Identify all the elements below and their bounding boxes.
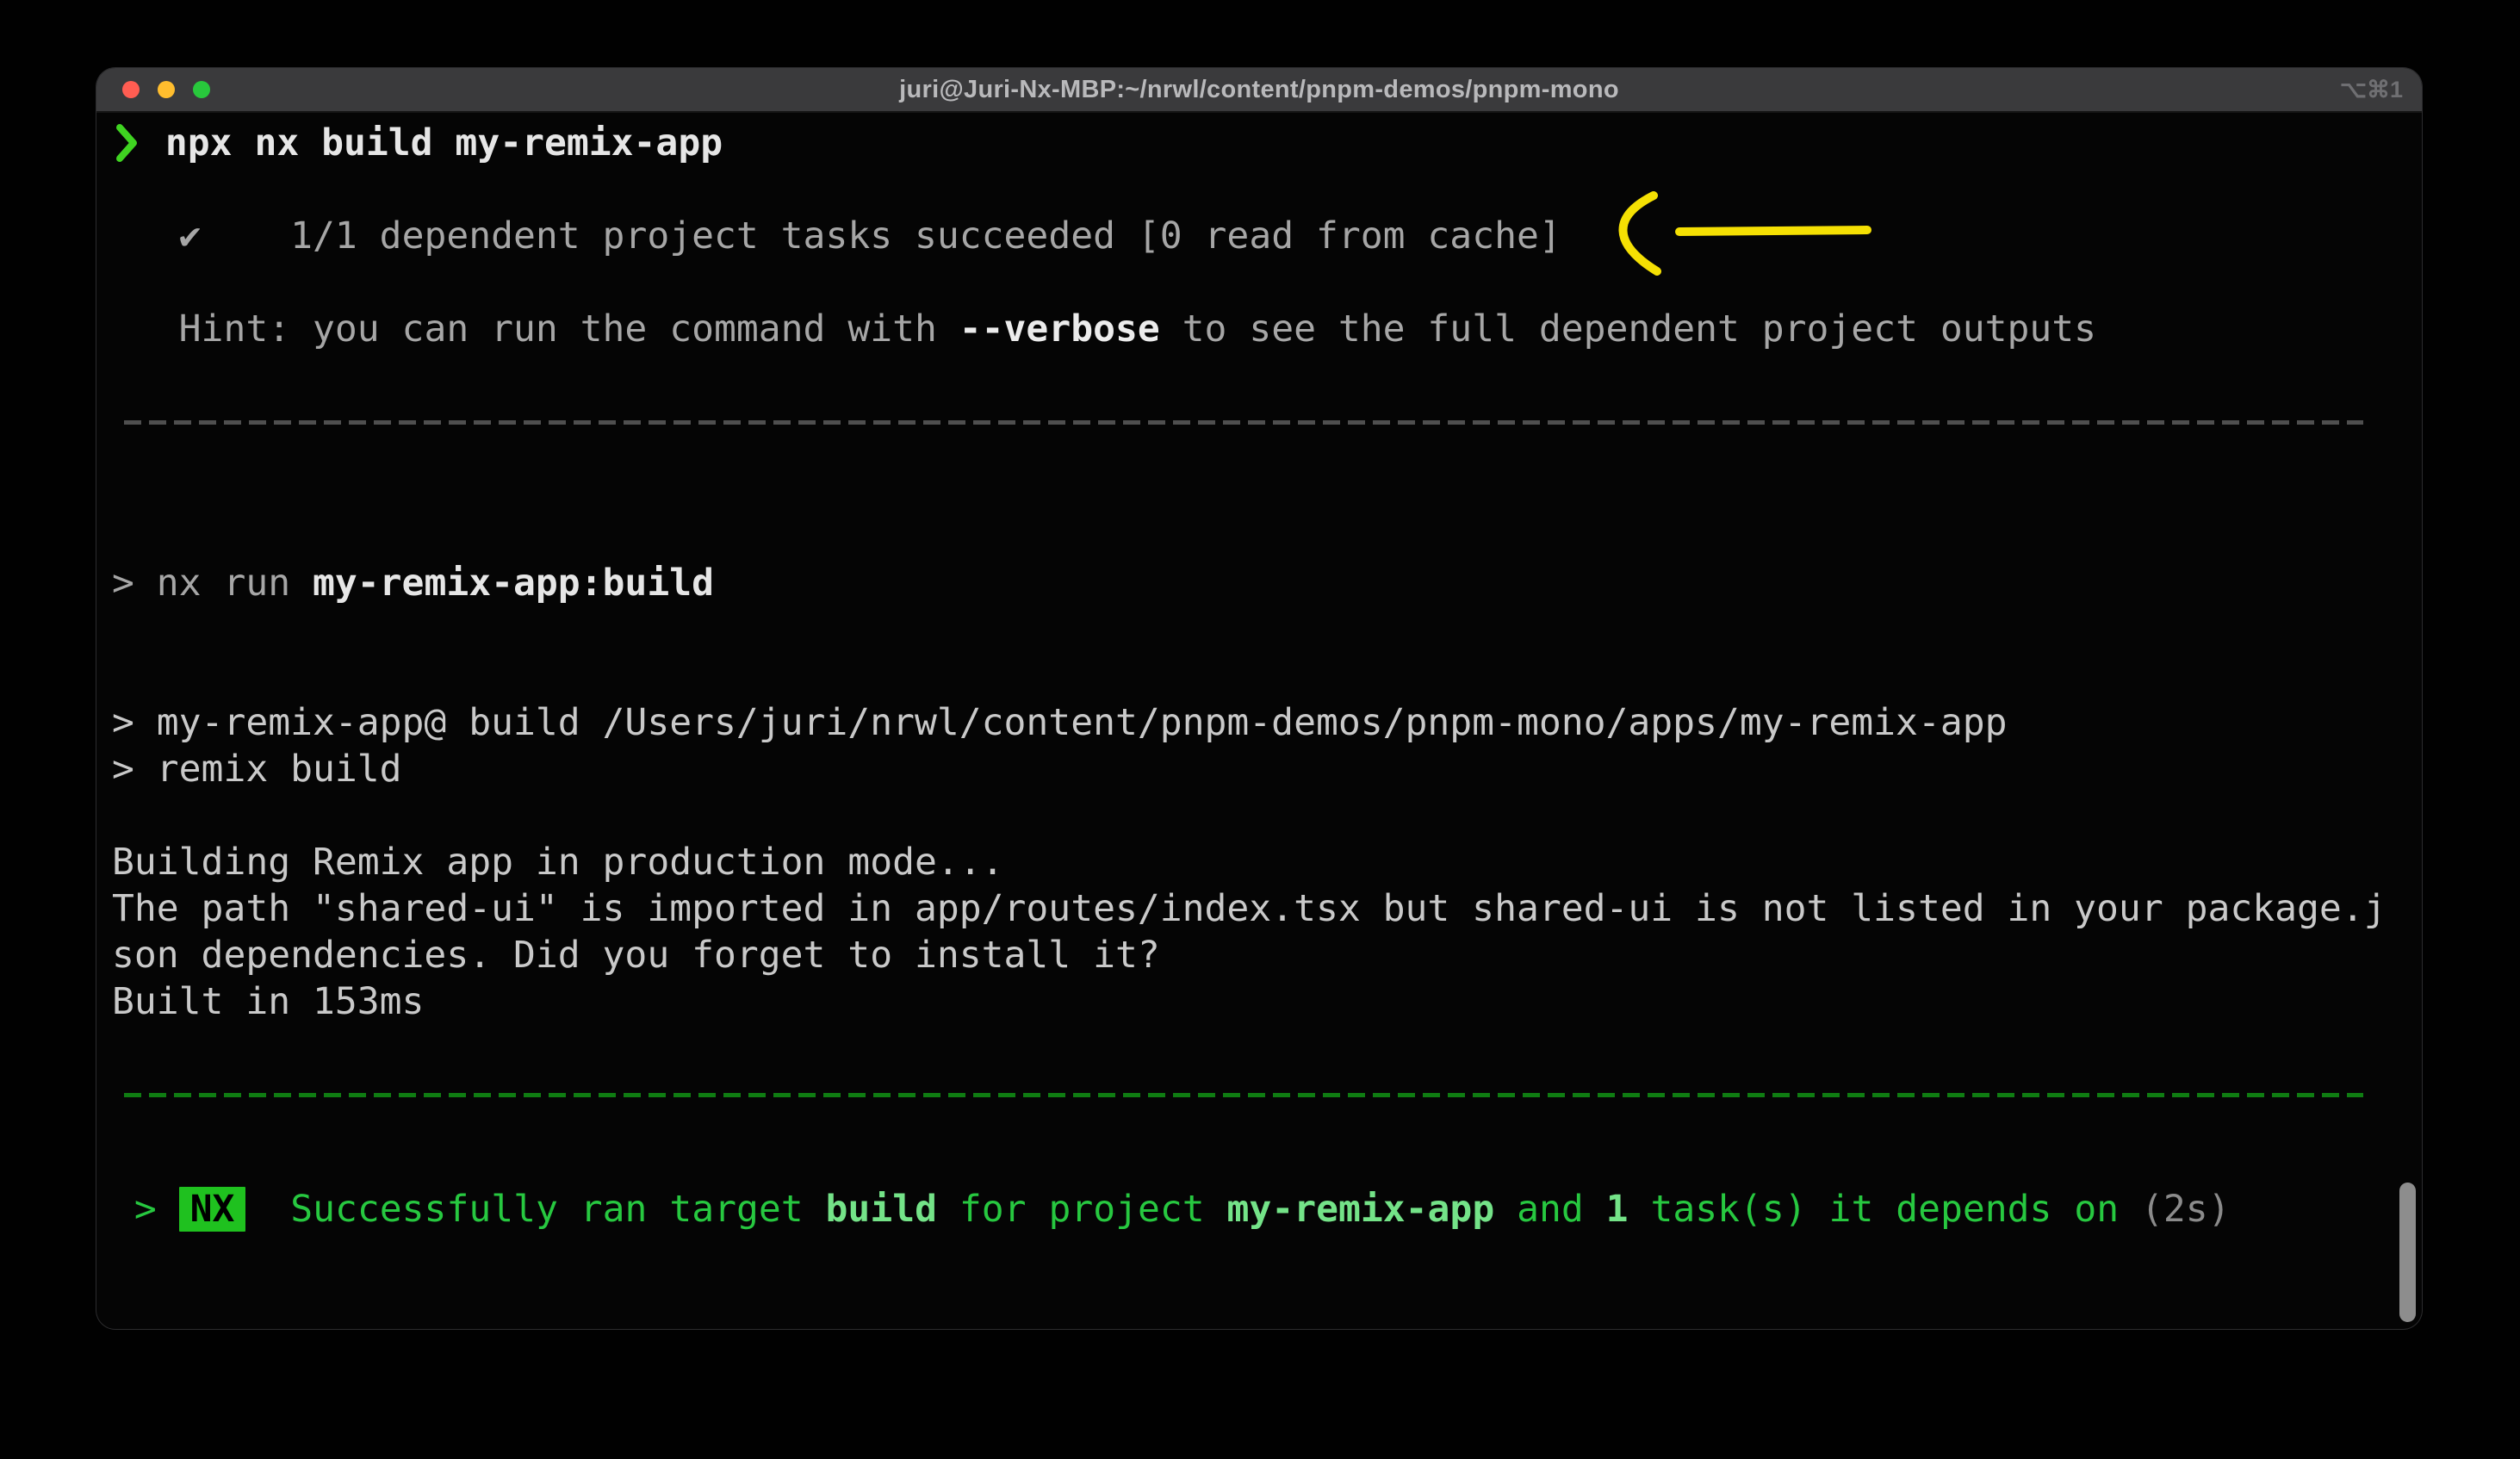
- success-project: my-remix-app: [1227, 1188, 1495, 1231]
- success-target: build: [826, 1188, 937, 1231]
- build-output-line: son dependencies. Did you forget to inst…: [112, 932, 2422, 978]
- separator-line: [112, 420, 2422, 467]
- blank-line: [112, 792, 2422, 839]
- blank-line: [112, 606, 2422, 653]
- terminal-window: juri@Juri-Nx-MBP:~/nrwl/content/pnpm-dem…: [96, 68, 2422, 1329]
- nx-success-line: > NX Successfully ran target build for p…: [112, 1186, 2422, 1232]
- separator-line-green: [112, 1093, 2422, 1139]
- command-text: npx nx build my-remix-app: [143, 121, 723, 165]
- git-branch: main: [892, 1327, 1026, 1329]
- blank-line: [112, 513, 2422, 560]
- hint-line: Hint: you can run the command with --ver…: [112, 306, 2422, 352]
- nx-run-line: > nx run my-remix-app:build: [112, 560, 2422, 606]
- blank-line: [112, 259, 2422, 306]
- success-text: for project: [937, 1188, 1227, 1231]
- dashed-separator-green: [124, 1093, 2363, 1097]
- package-script-line: > my-remix-app@ build /Users/juri/nrwl/c…: [112, 699, 2422, 746]
- terminal-content[interactable]: npx nx build my-remix-app ✔ 1/1 dependen…: [96, 113, 2422, 1329]
- scrollbar-thumb[interactable]: [2399, 1183, 2416, 1322]
- prompt-filler-dots: ········································…: [1114, 1327, 2422, 1329]
- zoom-button-icon[interactable]: [193, 81, 210, 98]
- home-symbol: ~: [112, 1327, 134, 1329]
- tasks-succeeded-text: 1/1 dependent project tasks succeeded [0…: [290, 214, 1561, 258]
- success-text: and: [1494, 1188, 1605, 1231]
- build-output-line: Building Remix app in production mode...: [112, 839, 2422, 885]
- shell-path-line: ~/nrwl/content/pnpm-demos/pnpm-mono main…: [112, 1326, 2422, 1329]
- success-check-icon: ✔: [179, 214, 202, 258]
- success-duration: (2s): [2141, 1188, 2231, 1231]
- success-task-count: 1: [1606, 1188, 1629, 1231]
- blank-line: [112, 1279, 2422, 1326]
- annotation-arrow: [1597, 189, 1872, 278]
- dashed-separator: [124, 420, 2363, 425]
- tasks-succeeded-line: ✔ 1/1 dependent project tasks succeeded …: [112, 213, 2422, 259]
- blank-line: [112, 1232, 2422, 1279]
- build-output-line: Built in 153ms: [112, 978, 2422, 1025]
- success-text: task(s) it depends on: [1629, 1188, 2141, 1231]
- cwd-path: /nrwl/content/pnpm-demos/: [134, 1327, 692, 1329]
- prompt-chevron-icon: [112, 120, 143, 166]
- nx-badge: NX: [179, 1187, 246, 1232]
- tab-shortcut-label: ⌥⌘1: [2340, 68, 2403, 111]
- build-output-line: The path "shared-ui" is imported in app/…: [112, 885, 2422, 932]
- minimize-button-icon[interactable]: [158, 81, 175, 98]
- git-status: ?1: [1026, 1327, 1071, 1329]
- command-line: npx nx build my-remix-app: [112, 120, 2422, 166]
- blank-line: [112, 166, 2422, 213]
- remix-build-line: > remix build: [112, 746, 2422, 792]
- window-title: juri@Juri-Nx-MBP:~/nrwl/content/pnpm-dem…: [899, 76, 1619, 104]
- blank-line: [112, 352, 2422, 399]
- hint-text-suffix: to see the full dependent project output…: [1160, 307, 2096, 351]
- traffic-lights: [122, 68, 210, 111]
- blank-line: [112, 467, 2422, 513]
- blank-line: [112, 653, 2422, 699]
- success-text: Successfully ran target: [245, 1188, 825, 1231]
- blank-line: [112, 1025, 2422, 1071]
- hint-text: Hint: you can run the command with: [179, 307, 959, 351]
- repo-name: pnpm-mono: [692, 1327, 892, 1329]
- window-titlebar[interactable]: juri@Juri-Nx-MBP:~/nrwl/content/pnpm-dem…: [96, 68, 2422, 113]
- verbose-flag: --verbose: [959, 307, 1160, 351]
- blank-line: [112, 1139, 2422, 1186]
- nx-run-target: my-remix-app:build: [313, 562, 714, 605]
- close-button-icon[interactable]: [122, 81, 140, 98]
- success-prompt: >: [112, 1188, 179, 1231]
- nx-run-prefix: > nx run: [112, 562, 313, 605]
